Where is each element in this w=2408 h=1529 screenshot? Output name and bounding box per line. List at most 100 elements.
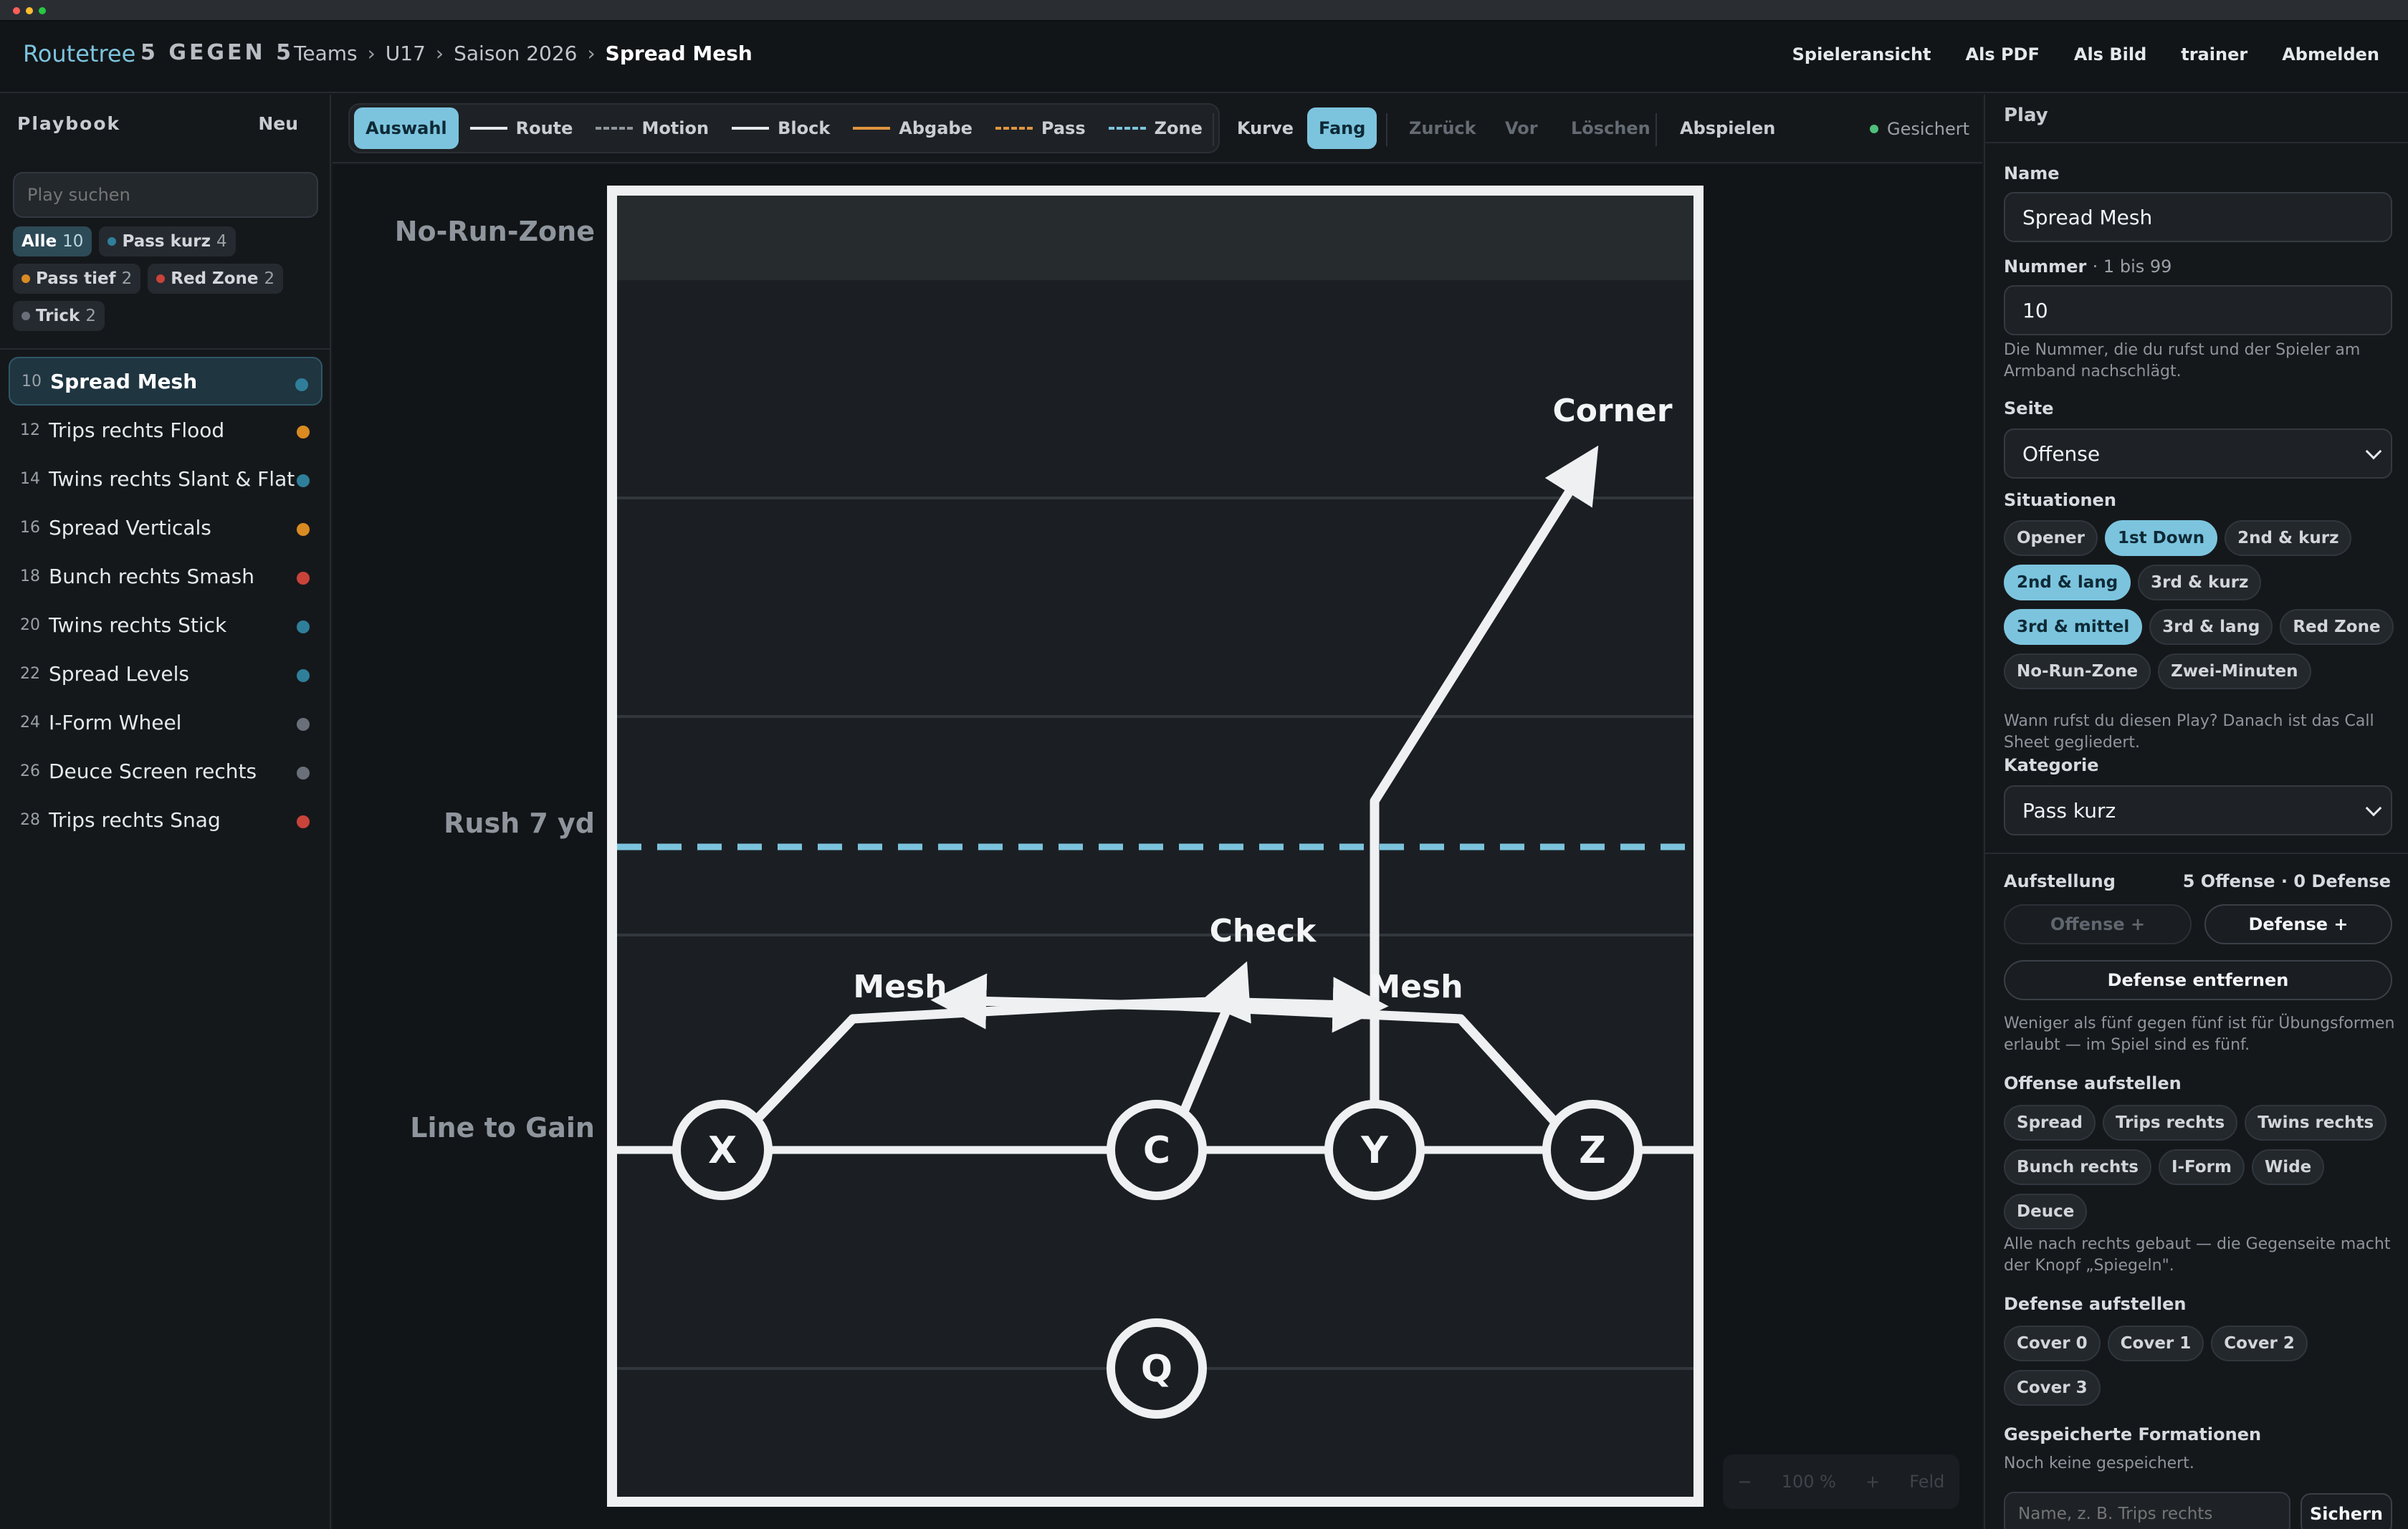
- export-pdf-link[interactable]: Als PDF: [1966, 44, 2040, 64]
- new-play-button[interactable]: Neu: [258, 113, 298, 134]
- category-dot-icon: [22, 274, 30, 283]
- play-number: 22: [20, 664, 40, 683]
- offense-formation-button[interactable]: Spread: [2004, 1105, 2096, 1141]
- user-menu[interactable]: trainer: [2181, 44, 2247, 64]
- tool-block[interactable]: Block: [720, 107, 841, 149]
- play-list-item[interactable]: 10 Spread Mesh: [9, 357, 322, 406]
- play-list-item[interactable]: 26 Deuce Screen rechts: [9, 747, 322, 795]
- tool-motion[interactable]: Motion: [584, 107, 720, 149]
- play-animation-button[interactable]: Abspielen: [1668, 107, 1787, 149]
- remove-defense-button[interactable]: Defense entfernen: [2004, 960, 2392, 1000]
- offense-formation-button[interactable]: I-Form: [2158, 1149, 2245, 1185]
- undo-button[interactable]: Zurück: [1398, 107, 1488, 149]
- add-defense-button[interactable]: Defense +: [2204, 904, 2392, 944]
- player-view-link[interactable]: Spieleransicht: [1792, 44, 1931, 64]
- breadcrumb-season[interactable]: Saison 2026: [454, 42, 577, 65]
- situation-tag[interactable]: 2nd & kurz: [2225, 520, 2352, 556]
- play-list-item[interactable]: 16 Spread Verticals: [9, 503, 322, 552]
- toggle-curve-button[interactable]: Kurve: [1226, 107, 1305, 149]
- situation-tag[interactable]: 3rd & kurz: [2138, 565, 2262, 600]
- play-list-item[interactable]: 28 Trips rechts Snag: [9, 795, 322, 844]
- category-dot-icon: [156, 274, 166, 283]
- filter-chip-label: Trick: [36, 307, 80, 325]
- player-y[interactable]: Y: [1324, 1100, 1425, 1200]
- block-line-icon: [732, 127, 770, 130]
- breadcrumb-teams[interactable]: Teams: [294, 42, 358, 65]
- close-window-icon[interactable]: [13, 7, 20, 14]
- filter-chip[interactable]: Pass kurz 4: [99, 226, 236, 257]
- situation-tag[interactable]: Red Zone: [2280, 609, 2394, 645]
- play-list-item[interactable]: 18 Bunch rechts Smash: [9, 552, 322, 600]
- filter-chip[interactable]: Trick 2: [13, 301, 105, 331]
- situation-tag[interactable]: No-Run-Zone: [2004, 653, 2151, 689]
- play-number: 12: [20, 421, 40, 439]
- delete-button[interactable]: Löschen: [1559, 107, 1662, 149]
- tool-select[interactable]: Auswahl: [354, 107, 459, 149]
- play-number-input[interactable]: 10: [2004, 285, 2392, 335]
- play-list-item[interactable]: 22 Spread Levels: [9, 649, 322, 698]
- player-z[interactable]: Z: [1542, 1100, 1643, 1200]
- filter-chip[interactable]: Pass tief 2: [13, 264, 141, 294]
- offense-formation-button[interactable]: Wide: [2251, 1149, 2325, 1185]
- player-q[interactable]: Q: [1107, 1318, 1207, 1419]
- offense-formation-button[interactable]: Bunch rechts: [2004, 1149, 2151, 1185]
- brand-logo[interactable]: Routetree: [23, 40, 135, 67]
- situation-tag[interactable]: 3rd & lang: [2149, 609, 2273, 645]
- zoom-controls: − 100 % + Feld: [1723, 1454, 1959, 1509]
- play-search-input[interactable]: [13, 172, 318, 218]
- fit-field-button[interactable]: Feld: [1909, 1472, 1944, 1492]
- editor-toolbar: Auswahl Route Motion Block Abgabe Pass Z…: [333, 95, 1982, 163]
- breadcrumb-u17[interactable]: U17: [386, 42, 426, 65]
- header-nav: Spieleransicht Als PDF Als Bild trainer …: [1792, 44, 2379, 64]
- panel-title: Play: [2004, 105, 2048, 126]
- filter-chip[interactable]: Red Zone 2: [148, 264, 284, 294]
- toggle-catch-button[interactable]: Fang: [1307, 107, 1377, 149]
- redo-button[interactable]: Vor: [1494, 107, 1549, 149]
- filter-chip[interactable]: Alle 10: [13, 226, 92, 257]
- play-canvas[interactable]: No-Run-Zone Rush 7 yd Line to Gain Corne…: [333, 165, 1982, 1529]
- tool-handoff[interactable]: Abgabe: [841, 107, 984, 149]
- defense-formation-button[interactable]: Cover 1: [2107, 1326, 2204, 1361]
- category-dot-icon: [108, 237, 117, 246]
- tool-route[interactable]: Route: [459, 107, 585, 149]
- play-list-item[interactable]: 12 Trips rechts Flood: [9, 406, 322, 454]
- filter-chip-label: Pass tief: [36, 269, 116, 288]
- defense-formation-button[interactable]: Cover 2: [2211, 1326, 2308, 1361]
- add-offense-button[interactable]: Offense +: [2004, 904, 2192, 944]
- logout-link[interactable]: Abmelden: [2282, 44, 2379, 64]
- number-hint: · 1 bis 99: [2092, 257, 2172, 277]
- player-x[interactable]: X: [672, 1100, 773, 1200]
- situation-tag[interactable]: 3rd & mittel: [2004, 609, 2143, 645]
- offense-formation-button[interactable]: Deuce: [2004, 1194, 2088, 1230]
- play-diagram[interactable]: No-Run-Zone Rush 7 yd Line to Gain Corne…: [333, 165, 1982, 1529]
- situation-tag[interactable]: 2nd & lang: [2004, 565, 2131, 600]
- pass-line-icon: [995, 127, 1033, 130]
- tool-zone[interactable]: Zone: [1097, 107, 1214, 149]
- panel-divider: [1985, 142, 2408, 143]
- tool-zone-label: Zone: [1154, 118, 1203, 138]
- export-image-link[interactable]: Als Bild: [2074, 44, 2146, 64]
- minimize-window-icon[interactable]: [26, 7, 33, 14]
- formation-name-input[interactable]: [2004, 1492, 2290, 1529]
- situation-tag[interactable]: Opener: [2004, 520, 2098, 556]
- play-list-item[interactable]: 20 Twins rechts Stick: [9, 600, 322, 649]
- zoom-out-button[interactable]: −: [1738, 1472, 1752, 1492]
- category-select[interactable]: Pass kurz: [2004, 785, 2392, 835]
- play-name-input[interactable]: Spread Mesh: [2004, 192, 2392, 242]
- category-dot-icon: [297, 815, 310, 828]
- offense-formation-button[interactable]: Trips rechts: [2102, 1105, 2238, 1141]
- situation-tag[interactable]: Zwei-Minuten: [2158, 653, 2311, 689]
- defense-formation-button[interactable]: Cover 0: [2004, 1326, 2101, 1361]
- situation-tag[interactable]: 1st Down: [2104, 520, 2218, 556]
- play-list-item[interactable]: 14 Twins rechts Slant & Flat: [9, 454, 322, 503]
- offense-formation-button[interactable]: Twins rechts: [2245, 1105, 2387, 1141]
- side-select[interactable]: Offense: [2004, 428, 2392, 479]
- zoom-in-button[interactable]: +: [1865, 1472, 1880, 1492]
- breadcrumb: Teams › U17 › Saison 2026 › Spread Mesh: [294, 42, 752, 65]
- player-c[interactable]: C: [1107, 1100, 1207, 1200]
- tool-pass[interactable]: Pass: [984, 107, 1097, 149]
- play-list-item[interactable]: 24 I-Form Wheel: [9, 698, 322, 747]
- save-formation-button[interactable]: Sichern: [2300, 1493, 2392, 1529]
- maximize-window-icon[interactable]: [39, 7, 46, 14]
- defense-formation-button[interactable]: Cover 3: [2004, 1370, 2101, 1406]
